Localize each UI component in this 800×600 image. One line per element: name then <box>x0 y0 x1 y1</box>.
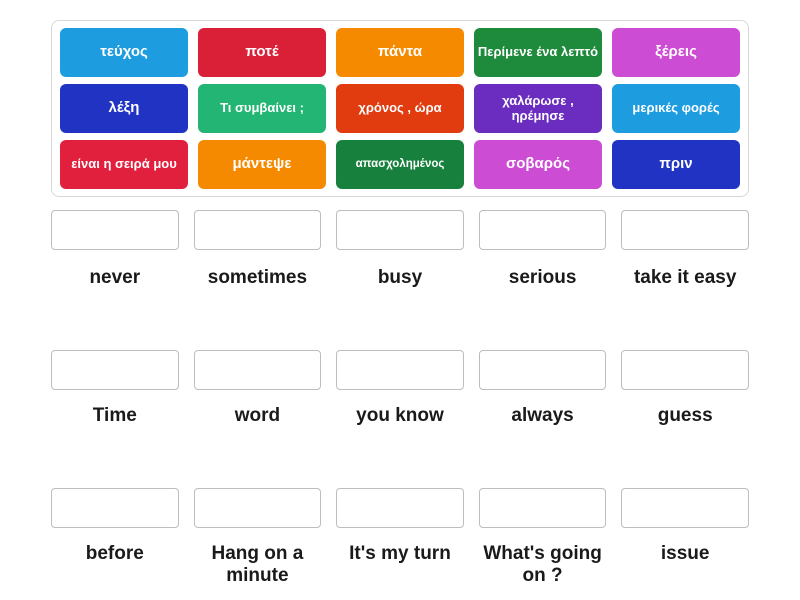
drop-box[interactable] <box>621 210 749 250</box>
draggable-tile[interactable]: απασχολημένος <box>336 140 464 189</box>
answer-label: never <box>89 267 141 288</box>
answer-cell: take it easy <box>621 210 749 313</box>
tile-label: απασχολημένος <box>355 158 445 171</box>
answer-label: word <box>234 405 281 426</box>
answer-row: never sometimes busy serious take it easy <box>51 210 749 313</box>
tile-label: μάντεψε <box>232 155 292 173</box>
draggable-tile[interactable]: λέξη <box>60 84 188 133</box>
answer-cell: What's going on ? <box>478 488 607 589</box>
draggable-tile[interactable]: σοβαρός <box>474 140 602 189</box>
tile-label: πάντα <box>377 43 423 61</box>
answer-cell: serious <box>478 210 607 313</box>
drop-box[interactable] <box>193 350 322 390</box>
draggable-tile[interactable]: πάντα <box>336 28 464 77</box>
answer-cell: before <box>51 488 179 589</box>
draggable-tile[interactable]: μερικές φορές <box>612 84 740 133</box>
answer-cell: busy <box>336 210 464 313</box>
tile-label: ξέρεις <box>655 43 697 61</box>
draggable-tile[interactable]: ξέρεις <box>612 28 740 77</box>
answer-label: take it easy <box>633 267 737 288</box>
tile-label: χρόνος , ώρα <box>358 100 442 116</box>
draggable-tile[interactable]: είναι η σειρά μου <box>60 140 188 189</box>
drop-box[interactable] <box>336 350 464 390</box>
answer-cell: never <box>51 210 179 313</box>
tile-label: είναι η σειρά μου <box>71 156 177 172</box>
answer-label: always <box>511 405 574 426</box>
answer-label: guess <box>657 405 713 426</box>
tile-label: πριν <box>659 155 693 173</box>
answer-label: It's my turn <box>349 543 451 564</box>
drop-box[interactable] <box>336 488 464 528</box>
drop-box[interactable] <box>621 488 749 528</box>
answer-label: serious <box>508 267 577 288</box>
answer-label: Time <box>92 405 137 426</box>
answer-cell: Time <box>51 350 179 451</box>
answer-label: before <box>85 543 144 564</box>
answer-cell: issue <box>621 488 749 589</box>
draggable-tile[interactable]: ποτέ <box>198 28 326 77</box>
answer-rows: never sometimes busy serious take it easy Tim… <box>51 210 749 597</box>
answer-label: sometimes <box>207 267 308 288</box>
drop-box[interactable] <box>193 210 322 250</box>
tile-tray: τεύχος ποτέ πάντα Περίμενε ένα λεπτό ξέρεις λ… <box>51 20 749 197</box>
match-up-activity: τεύχος ποτέ πάντα Περίμενε ένα λεπτό ξέρεις λ… <box>0 0 800 600</box>
answer-label: What's going on ? <box>483 543 602 587</box>
answer-label: issue <box>660 543 710 564</box>
drop-box[interactable] <box>51 488 179 528</box>
answer-cell: sometimes <box>193 210 322 313</box>
answer-cell: word <box>193 350 322 451</box>
draggable-tile[interactable]: χαλάρωσε , ηρέμησε <box>474 84 602 133</box>
drop-box[interactable] <box>478 350 607 390</box>
tile-label: χαλάρωσε , ηρέμησε <box>502 92 574 123</box>
drop-box[interactable] <box>51 210 179 250</box>
tile-label: Περίμενε ένα λεπτό <box>477 44 599 60</box>
drop-box[interactable] <box>51 350 179 390</box>
tile-label: λέξη <box>108 99 140 117</box>
draggable-tile[interactable]: μάντεψε <box>198 140 326 189</box>
answer-cell: guess <box>621 350 749 451</box>
draggable-tile[interactable]: Τι συμβαίνει ; <box>198 84 326 133</box>
answer-row: Time word you know always guess <box>51 350 749 451</box>
answer-cell: always <box>478 350 607 451</box>
tile-label: Τι συμβαίνει ; <box>220 100 304 116</box>
tile-label: σοβαρός <box>505 155 571 173</box>
tile-grid: τεύχος ποτέ πάντα Περίμενε ένα λεπτό ξέρεις λ… <box>60 28 740 189</box>
answer-label: busy <box>377 267 423 288</box>
drop-box[interactable] <box>478 488 607 528</box>
tile-label: τεύχος <box>100 43 148 61</box>
draggable-tile[interactable]: χρόνος , ώρα <box>336 84 464 133</box>
draggable-tile[interactable]: πριν <box>612 140 740 189</box>
answer-cell: you know <box>336 350 464 451</box>
answer-cell: Hang on a minute <box>193 488 322 589</box>
answer-row: before Hang on a minute It's my turn What's… <box>51 488 749 589</box>
drop-box[interactable] <box>478 210 607 250</box>
answer-label: Hang on a minute <box>211 543 304 587</box>
drop-box[interactable] <box>336 210 464 250</box>
tile-label: μερικές φορές <box>632 100 720 116</box>
answer-cell: It's my turn <box>336 488 464 589</box>
tile-label: ποτέ <box>245 43 279 61</box>
drop-box[interactable] <box>621 350 749 390</box>
drop-box[interactable] <box>193 488 322 528</box>
draggable-tile[interactable]: Περίμενε ένα λεπτό <box>474 28 602 77</box>
draggable-tile[interactable]: τεύχος <box>60 28 188 77</box>
answer-label: you know <box>356 405 444 426</box>
